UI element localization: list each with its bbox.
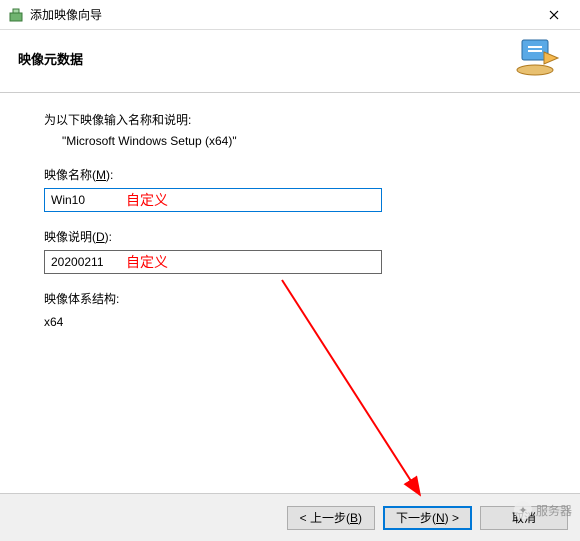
image-name-label: 映像名称(M): [44,166,536,183]
intro-text: 为以下映像输入名称和说明: [44,111,536,128]
window-title: 添加映像向导 [30,6,531,23]
watermark-text: 服务器 [536,502,572,519]
arch-value: x64 [44,315,536,329]
arch-label: 映像体系结构: [44,290,536,307]
watermark: ✦ 服务器 [514,501,572,519]
close-button[interactable] [531,1,576,29]
image-desc-input[interactable] [44,250,382,274]
watermark-icon: ✦ [514,501,532,519]
image-name-input[interactable] [44,188,382,212]
image-desc-label: 映像说明(D): [44,228,536,245]
next-button[interactable]: 下一步(N) > [383,506,472,530]
app-icon [8,7,24,23]
wizard-content: 为以下映像输入名称和说明: "Microsoft Windows Setup (… [0,93,580,339]
page-title: 映像元数据 [18,49,514,68]
wizard-footer: < 上一步(B) 下一步(N) > 取消 [0,493,580,541]
titlebar: 添加映像向导 [0,0,580,30]
image-source-name: "Microsoft Windows Setup (x64)" [62,134,536,148]
back-button[interactable]: < 上一步(B) [287,506,375,530]
wizard-header: 映像元数据 [0,30,580,93]
metadata-icon [514,38,564,78]
